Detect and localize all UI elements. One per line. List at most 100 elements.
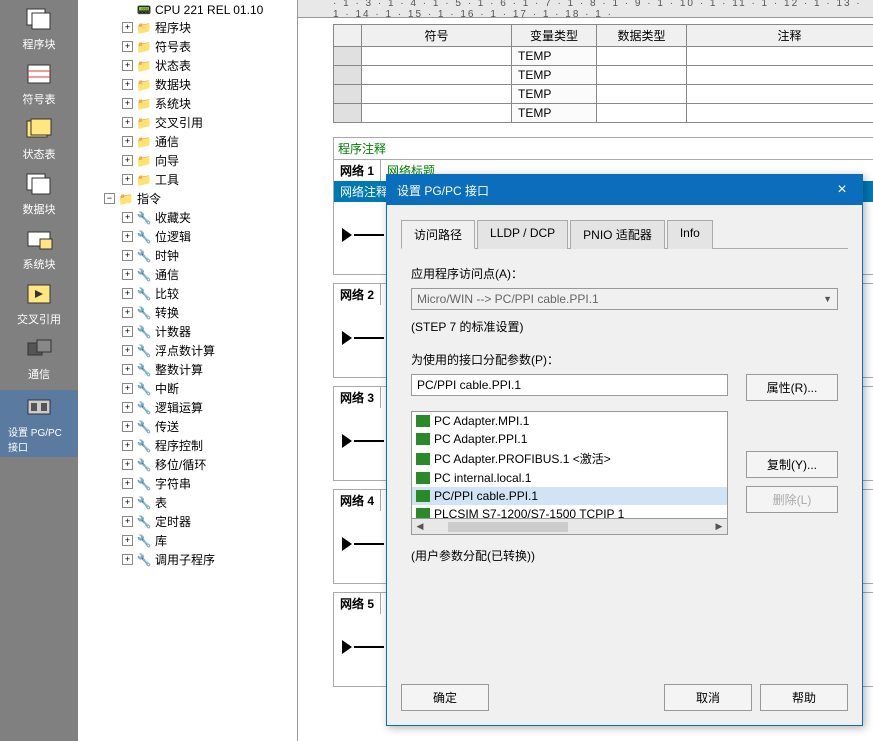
table-row[interactable]: TEMP	[334, 104, 873, 123]
help-button[interactable]: 帮助	[760, 684, 848, 711]
assign-input[interactable]: PC/PPI cable.PPI.1	[411, 374, 728, 396]
app-point-combo[interactable]: Micro/WIN --> PC/PPI cable.PPI.1 ▼	[411, 288, 838, 310]
interface-listbox[interactable]: PC Adapter.MPI.1PC Adapter.PPI.1PC Adapt…	[411, 411, 728, 519]
table-row[interactable]: TEMP	[334, 47, 873, 66]
dialog-titlebar[interactable]: 设置 PG/PC 接口 ×	[387, 175, 862, 205]
cell-symbol[interactable]	[362, 85, 512, 104]
tree-instr-item[interactable]: +🔧收藏夹	[80, 208, 295, 227]
tree-instr-item[interactable]: +🔧字符串	[80, 474, 295, 493]
tree-instr-item[interactable]: +🔧定时器	[80, 512, 295, 531]
tab-access-path[interactable]: 访问路径	[401, 220, 475, 249]
scroll-left-icon[interactable]: ◀	[412, 521, 428, 532]
tool-cross-ref[interactable]: 交叉引用	[17, 280, 61, 327]
tree-instr-item[interactable]: +🔧库	[80, 531, 295, 550]
tool-symbol-table[interactable]: 符号表	[23, 60, 56, 107]
tool-status-table[interactable]: 状态表	[23, 115, 56, 162]
cancel-button[interactable]: 取消	[664, 684, 752, 711]
cell-vartype[interactable]: TEMP	[512, 85, 597, 104]
expand-toggle[interactable]: +	[122, 497, 133, 508]
tool-system-block[interactable]: 系统块	[23, 225, 56, 272]
cell-symbol[interactable]	[362, 104, 512, 123]
tree-instructions[interactable]: −📁指令	[80, 189, 295, 208]
expand-toggle[interactable]: +	[122, 288, 133, 299]
cell-datatype[interactable]	[597, 104, 687, 123]
expand-toggle[interactable]: +	[122, 155, 133, 166]
tree-instr-item[interactable]: +🔧传送	[80, 417, 295, 436]
expand-toggle[interactable]: +	[122, 554, 133, 565]
tab-lldp[interactable]: LLDP / DCP	[477, 220, 568, 249]
tree-instr-item[interactable]: +🔧调用子程序	[80, 550, 295, 569]
list-item[interactable]: PC Adapter.MPI.1	[412, 412, 727, 430]
expand-toggle[interactable]: +	[122, 307, 133, 318]
cell-datatype[interactable]	[597, 66, 687, 85]
h-scrollbar[interactable]: ◀ ▶	[411, 519, 728, 535]
tool-data-block[interactable]: 数据块	[23, 170, 56, 217]
tab-pnio[interactable]: PNIO 适配器	[570, 220, 665, 249]
expand-toggle[interactable]: +	[122, 79, 133, 90]
expand-toggle[interactable]: +	[122, 326, 133, 337]
tree-instr-item[interactable]: +🔧程序控制	[80, 436, 295, 455]
expand-toggle[interactable]: +	[122, 98, 133, 109]
tree-instr-item[interactable]: +🔧中断	[80, 379, 295, 398]
tree-item[interactable]: +📁符号表	[80, 37, 295, 56]
tool-communication[interactable]: 通信	[23, 335, 55, 382]
table-row[interactable]: TEMP	[334, 66, 873, 85]
expand-toggle[interactable]: +	[122, 402, 133, 413]
expand-toggle[interactable]: +	[122, 421, 133, 432]
tree-instr-item[interactable]: +🔧时钟	[80, 246, 295, 265]
cell-comment[interactable]	[687, 47, 873, 66]
list-item[interactable]: PC/PPI cable.PPI.1	[412, 487, 727, 505]
cell-datatype[interactable]	[597, 85, 687, 104]
expand-toggle[interactable]: +	[122, 136, 133, 147]
tree-item[interactable]: +📁交叉引用	[80, 113, 295, 132]
list-item[interactable]: PC internal.local.1	[412, 469, 727, 487]
expand-toggle[interactable]: +	[122, 440, 133, 451]
tree-cpu[interactable]: 📟CPU 221 REL 01.10	[80, 2, 295, 18]
tree-instr-item[interactable]: +🔧逻辑运算	[80, 398, 295, 417]
tree-item[interactable]: +📁数据块	[80, 75, 295, 94]
tree-instr-item[interactable]: +🔧计数器	[80, 322, 295, 341]
tree-item[interactable]: +📁工具	[80, 170, 295, 189]
delete-button[interactable]: 删除(L)	[746, 486, 838, 513]
expand-toggle[interactable]: +	[122, 117, 133, 128]
expand-toggle[interactable]: +	[122, 250, 133, 261]
list-item[interactable]: PC Adapter.PPI.1	[412, 430, 727, 448]
cell-symbol[interactable]	[362, 66, 512, 85]
expand-toggle[interactable]: +	[122, 269, 133, 280]
tree-item[interactable]: +📁系统块	[80, 94, 295, 113]
tree-item[interactable]: +📁状态表	[80, 56, 295, 75]
expand-toggle[interactable]: +	[122, 22, 133, 33]
close-icon[interactable]: ×	[832, 181, 852, 199]
tree-item[interactable]: +📁通信	[80, 132, 295, 151]
list-item[interactable]: PLCSIM S7-1200/S7-1500 TCPIP 1	[412, 505, 727, 519]
tree-instr-item[interactable]: +🔧移位/循环	[80, 455, 295, 474]
expand-toggle[interactable]: +	[122, 212, 133, 223]
expand-toggle[interactable]: +	[122, 459, 133, 470]
program-comment[interactable]: 程序注释	[333, 137, 873, 159]
tree-instr-item[interactable]: +🔧表	[80, 493, 295, 512]
expand-toggle[interactable]: +	[122, 383, 133, 394]
tree-instr-item[interactable]: +🔧浮点数计算	[80, 341, 295, 360]
cell-vartype[interactable]: TEMP	[512, 47, 597, 66]
cell-comment[interactable]	[687, 66, 873, 85]
tab-info[interactable]: Info	[667, 220, 713, 249]
tree-instr-item[interactable]: +🔧比较	[80, 284, 295, 303]
expand-toggle[interactable]: +	[122, 516, 133, 527]
cell-vartype[interactable]: TEMP	[512, 66, 597, 85]
expand-toggle[interactable]: +	[122, 41, 133, 52]
expand-toggle[interactable]: +	[122, 535, 133, 546]
tree-item[interactable]: +📁向导	[80, 151, 295, 170]
tree-instr-item[interactable]: +🔧位逻辑	[80, 227, 295, 246]
copy-button[interactable]: 复制(Y)...	[746, 451, 838, 478]
collapse-toggle[interactable]: −	[104, 193, 115, 204]
table-row[interactable]: TEMP	[334, 85, 873, 104]
expand-toggle[interactable]: +	[122, 478, 133, 489]
expand-toggle[interactable]: +	[122, 231, 133, 242]
properties-button[interactable]: 属性(R)...	[746, 374, 838, 401]
expand-toggle[interactable]: +	[122, 364, 133, 375]
cell-comment[interactable]	[687, 104, 873, 123]
tree-instr-item[interactable]: +🔧整数计算	[80, 360, 295, 379]
scroll-thumb[interactable]	[448, 522, 568, 532]
cell-vartype[interactable]: TEMP	[512, 104, 597, 123]
tool-program-block[interactable]: 程序块	[23, 5, 56, 52]
